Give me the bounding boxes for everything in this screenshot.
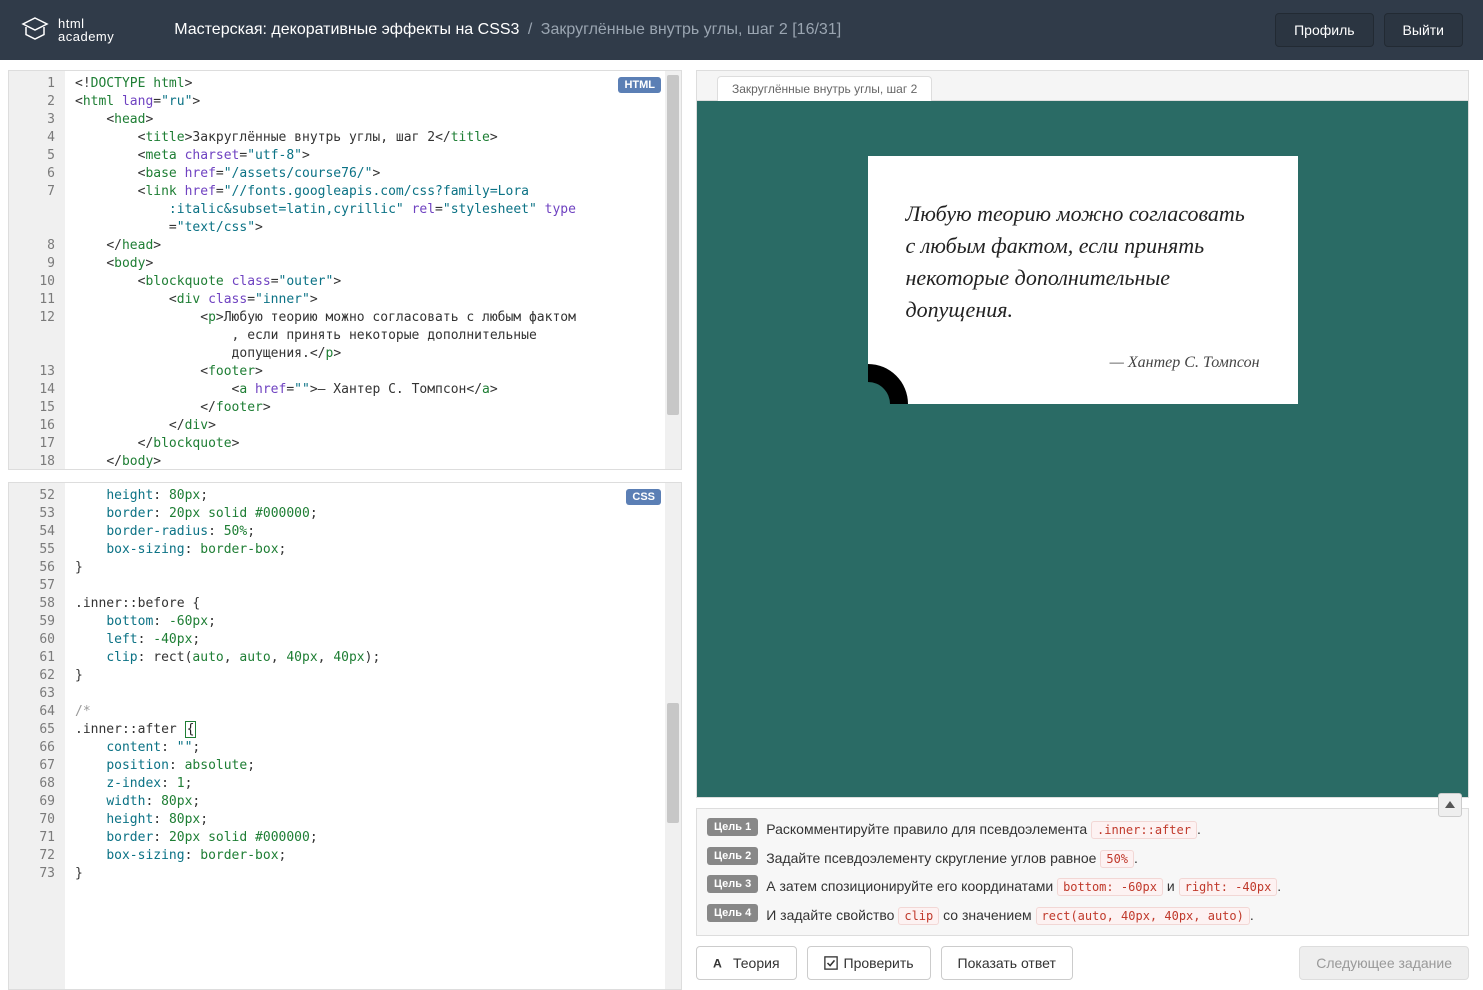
- html-editor[interactable]: HTML 1234567 89101112 131415161718 <!DOC…: [8, 70, 682, 470]
- profile-button[interactable]: Профиль: [1275, 13, 1373, 47]
- goal-text: Раскомментируйте правило для псевдоэлеме…: [766, 818, 1458, 840]
- code-pill: .inner::after: [1091, 821, 1197, 839]
- corner-decoration: [868, 354, 918, 404]
- css-scrollbar[interactable]: [665, 483, 681, 989]
- css-gutter: 5253545556575859606162636465666768697071…: [9, 483, 65, 989]
- actions-bar: A Теория Проверить Показать ответ Следую…: [696, 936, 1469, 980]
- logo[interactable]: html academy: [20, 15, 114, 45]
- goal-text: Задайте псевдоэлементу скругление углов …: [766, 847, 1458, 869]
- quote-author: — Хантер С. Томпсон: [906, 354, 1260, 372]
- code-pill: bottom: -60px: [1057, 878, 1163, 896]
- font-icon: A: [713, 956, 727, 970]
- logout-button[interactable]: Выйти: [1384, 13, 1463, 47]
- goal-row: Цель 2 Задайте псевдоэлементу скругление …: [707, 844, 1458, 872]
- goal-row: Цель 3 А затем спозиционируйте его коорди…: [707, 872, 1458, 900]
- goal-text: А затем спозиционируйте его координатами…: [766, 875, 1458, 897]
- goal-row: Цель 1 Раскомментируйте правило для псевд…: [707, 815, 1458, 843]
- svg-text:A: A: [713, 956, 722, 970]
- code-pill: right: -40px: [1179, 878, 1278, 896]
- preview-panel: Закруглённые внутрь углы, шаг 2 Любую те…: [696, 70, 1469, 798]
- css-badge: CSS: [626, 489, 661, 505]
- preview-tabbar: Закруглённые внутрь углы, шаг 2: [697, 71, 1468, 101]
- code-pill: clip: [898, 907, 939, 925]
- html-scrollbar[interactable]: [665, 71, 681, 469]
- code-pill: 50%: [1100, 850, 1134, 868]
- goal-badge: Цель 1: [707, 818, 758, 836]
- check-button[interactable]: Проверить: [807, 946, 931, 980]
- app-header: html academy Мастерская: декоративные эф…: [0, 0, 1483, 60]
- preview-column: Закруглённые внутрь углы, шаг 2 Любую те…: [690, 60, 1483, 990]
- logo-icon: [20, 15, 50, 45]
- logo-text: html academy: [58, 17, 114, 43]
- html-code[interactable]: <!DOCTYPE html> <html lang="ru"> <head> …: [65, 71, 681, 469]
- breadcrumb-main[interactable]: Мастерская: декоративные эффекты на CSS3: [174, 21, 519, 38]
- scroll-up-button[interactable]: [1438, 793, 1462, 817]
- css-code[interactable]: height: 80px; border: 20px solid #000000…: [65, 483, 681, 989]
- preview-viewport: Любую теорию можно согласовать с любым ф…: [697, 101, 1468, 797]
- goal-text: И задайте свойство clip со значением rec…: [766, 904, 1458, 926]
- goal-badge: Цель 3: [707, 875, 758, 893]
- goal-badge: Цель 4: [707, 904, 758, 922]
- code-pill: rect(auto, 40px, 40px, auto): [1036, 907, 1250, 925]
- next-task-button: Следующее задание: [1299, 946, 1469, 980]
- quote-card: Любую теорию можно согласовать с любым ф…: [868, 156, 1298, 404]
- arrow-up-icon: [1444, 799, 1456, 811]
- breadcrumb-sub: Закруглённые внутрь углы, шаг 2 [16/31]: [541, 21, 841, 38]
- theory-button[interactable]: A Теория: [696, 946, 797, 980]
- breadcrumb: Мастерская: декоративные эффекты на CSS3…: [174, 21, 1265, 39]
- goal-badge: Цель 2: [707, 847, 758, 865]
- css-editor[interactable]: CSS 525354555657585960616263646566676869…: [8, 482, 682, 990]
- check-icon: [824, 956, 838, 970]
- goals-panel: Цель 1 Раскомментируйте правило для псевд…: [696, 808, 1469, 936]
- editor-column: HTML 1234567 89101112 131415161718 <!DOC…: [0, 60, 690, 990]
- goal-row: Цель 4 И задайте свойство clip со значени…: [707, 901, 1458, 929]
- show-answer-button[interactable]: Показать ответ: [941, 946, 1073, 980]
- html-gutter: 1234567 89101112 131415161718: [9, 71, 65, 469]
- preview-tab[interactable]: Закруглённые внутрь углы, шаг 2: [717, 76, 932, 101]
- html-badge: HTML: [618, 77, 661, 93]
- quote-text: Любую теорию можно согласовать с любым ф…: [906, 198, 1260, 326]
